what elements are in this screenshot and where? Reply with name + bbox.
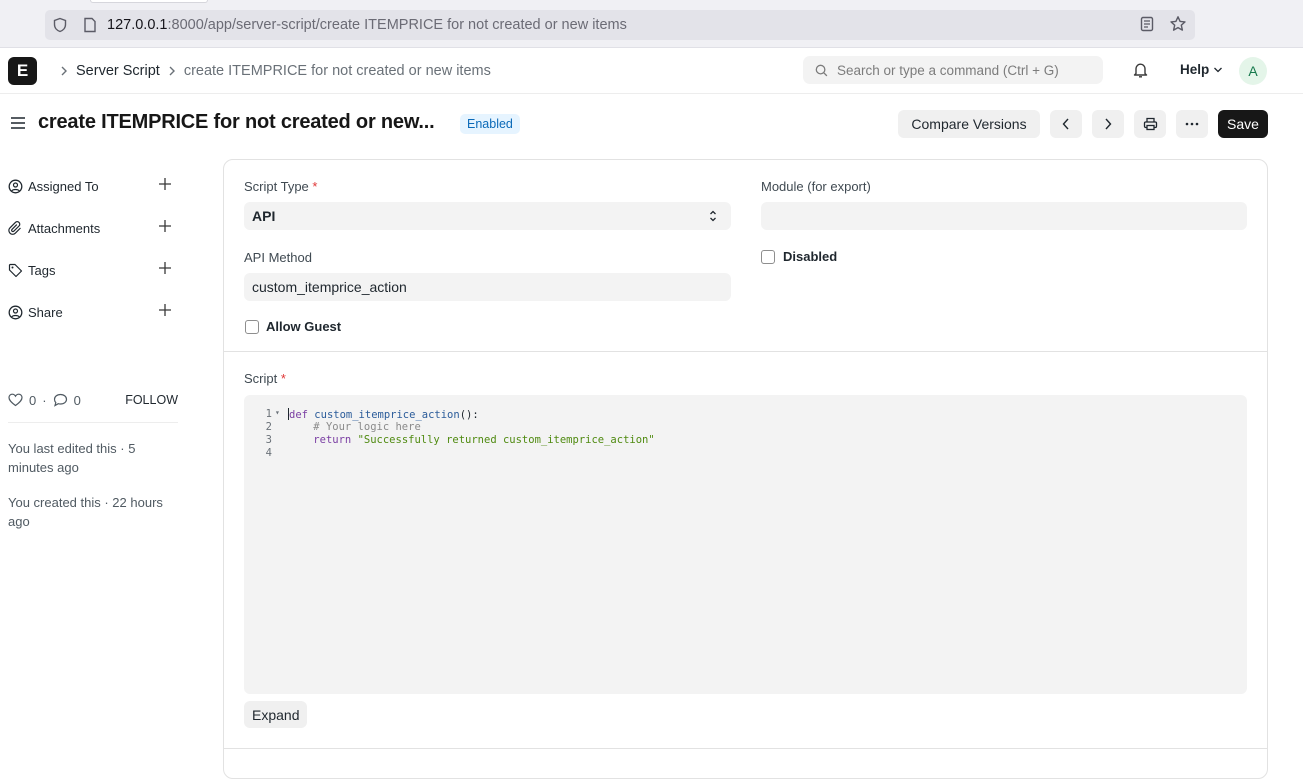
next-doc-button[interactable] [1092,110,1124,138]
search-icon [815,64,828,76]
avatar[interactable]: A [1239,57,1267,85]
share-icon [8,305,23,319]
heart-icon[interactable] [8,393,23,407]
script-type-select[interactable]: API [244,202,731,230]
chevron-right-icon [168,64,176,79]
chevron-left-icon [1062,118,1069,130]
chevron-down-icon [1214,67,1223,72]
breadcrumb-server-script[interactable]: Server Script [76,63,160,79]
last-edited-note: You last edited this · 5 minutes ago [8,441,136,475]
sidebar-item-tags[interactable]: Tags [8,259,178,281]
address-bar[interactable]: 127.0.0.1:8000/app/server-script/create … [45,10,1195,40]
app-navbar: E Server Script create ITEMPRICE for not… [0,48,1303,94]
help-menu[interactable]: Help [1180,62,1223,77]
script-type-label: Script Type * [244,179,318,194]
form-card: Script Type * API Module (for export) AP… [223,159,1268,779]
save-button[interactable]: Save [1218,110,1268,138]
print-button[interactable] [1134,110,1166,138]
disabled-label: Disabled [783,249,838,264]
plus-icon[interactable] [158,261,172,278]
breadcrumb-current[interactable]: create ITEMPRICE for not created or new … [184,63,491,79]
sidebar-item-assigned-to[interactable]: Assigned To [8,175,178,197]
created-note: You created this · 22 hours ago [8,495,163,529]
allow-guest-label: Allow Guest [266,319,342,334]
chevron-right-icon [60,64,68,79]
social-stats: 0 · 0 FOLLOW [8,389,178,411]
code-editor[interactable]: 1 ▾ def custom_itemprice_action(): 2 # You… [244,395,1247,694]
sidebar-item-label: Share [28,304,63,320]
sidebar-item-label: Attachments [28,220,101,236]
section-divider [224,351,1267,352]
module-field[interactable] [761,202,1247,230]
sidebar-item-share[interactable]: Share [8,301,178,323]
reader-view-icon[interactable] [1139,16,1155,35]
page-icon [75,17,105,33]
module-label: Module (for export) [761,179,871,194]
code-line: 2 # Your logic here [265,421,421,433]
sidebar-item-label: Assigned To [28,178,99,194]
more-actions-button[interactable] [1176,110,1208,138]
chevron-right-icon [1105,118,1112,130]
ellipsis-icon [1185,122,1199,126]
code-line: 3 return "Successfully returned custom_i… [265,434,655,446]
assign-icon [8,179,23,193]
api-method-label: API Method [244,250,312,265]
follow-button[interactable]: FOLLOW [125,393,178,407]
plus-icon[interactable] [158,219,172,236]
previous-doc-button[interactable] [1050,110,1082,138]
sidebar-item-label: Tags [28,262,56,278]
browser-toolbar: 127.0.0.1:8000/app/server-script/create … [0,0,1303,48]
url-text[interactable]: 127.0.0.1:8000/app/server-script/create … [107,17,627,33]
printer-icon [1143,117,1157,131]
code-line: 4 [265,447,272,459]
compare-versions-button[interactable]: Compare Versions [898,110,1040,138]
expand-button[interactable]: Expand [244,701,308,728]
allow-guest-checkbox[interactable] [245,320,259,334]
browser-tab[interactable] [90,0,208,3]
disabled-checkbox[interactable] [761,250,775,264]
plus-icon[interactable] [158,177,172,194]
plus-icon[interactable] [158,303,172,320]
script-label: Script * [244,371,286,386]
page-title: create ITEMPRICE for not created or new.… [38,111,435,133]
likes-count: 0 [29,392,37,408]
app-logo[interactable]: E [8,57,37,85]
comments-count: 0 [73,392,81,408]
page-header: create ITEMPRICE for not created or new.… [0,94,1303,154]
search-placeholder: Search or type a command (Ctrl + G) [837,62,1059,78]
breadcrumb: Server Script create ITEMPRICE for not c… [52,48,491,94]
api-method-field[interactable]: custom_itemprice_action [244,273,731,301]
shield-icon[interactable] [45,17,75,33]
sidebar-toggle-icon[interactable] [10,116,26,133]
paperclip-icon [8,220,21,235]
sidebar-divider [8,422,178,423]
status-badge: Enabled [460,114,520,134]
section-divider [224,748,1267,749]
tag-icon [8,263,23,277]
search-input[interactable]: Search or type a command (Ctrl + G) [803,56,1103,84]
help-label: Help [1180,62,1210,77]
sidebar-item-attachments[interactable]: Attachments [8,217,178,239]
comment-icon[interactable] [53,393,68,407]
code-line: 1 ▾ def custom_itemprice_action(): [265,408,479,421]
notification-bell-icon[interactable] [1132,61,1149,82]
bookmark-star-icon[interactable] [1169,15,1187,36]
dot-separator: · [42,392,47,408]
select-arrows-icon [710,210,716,222]
